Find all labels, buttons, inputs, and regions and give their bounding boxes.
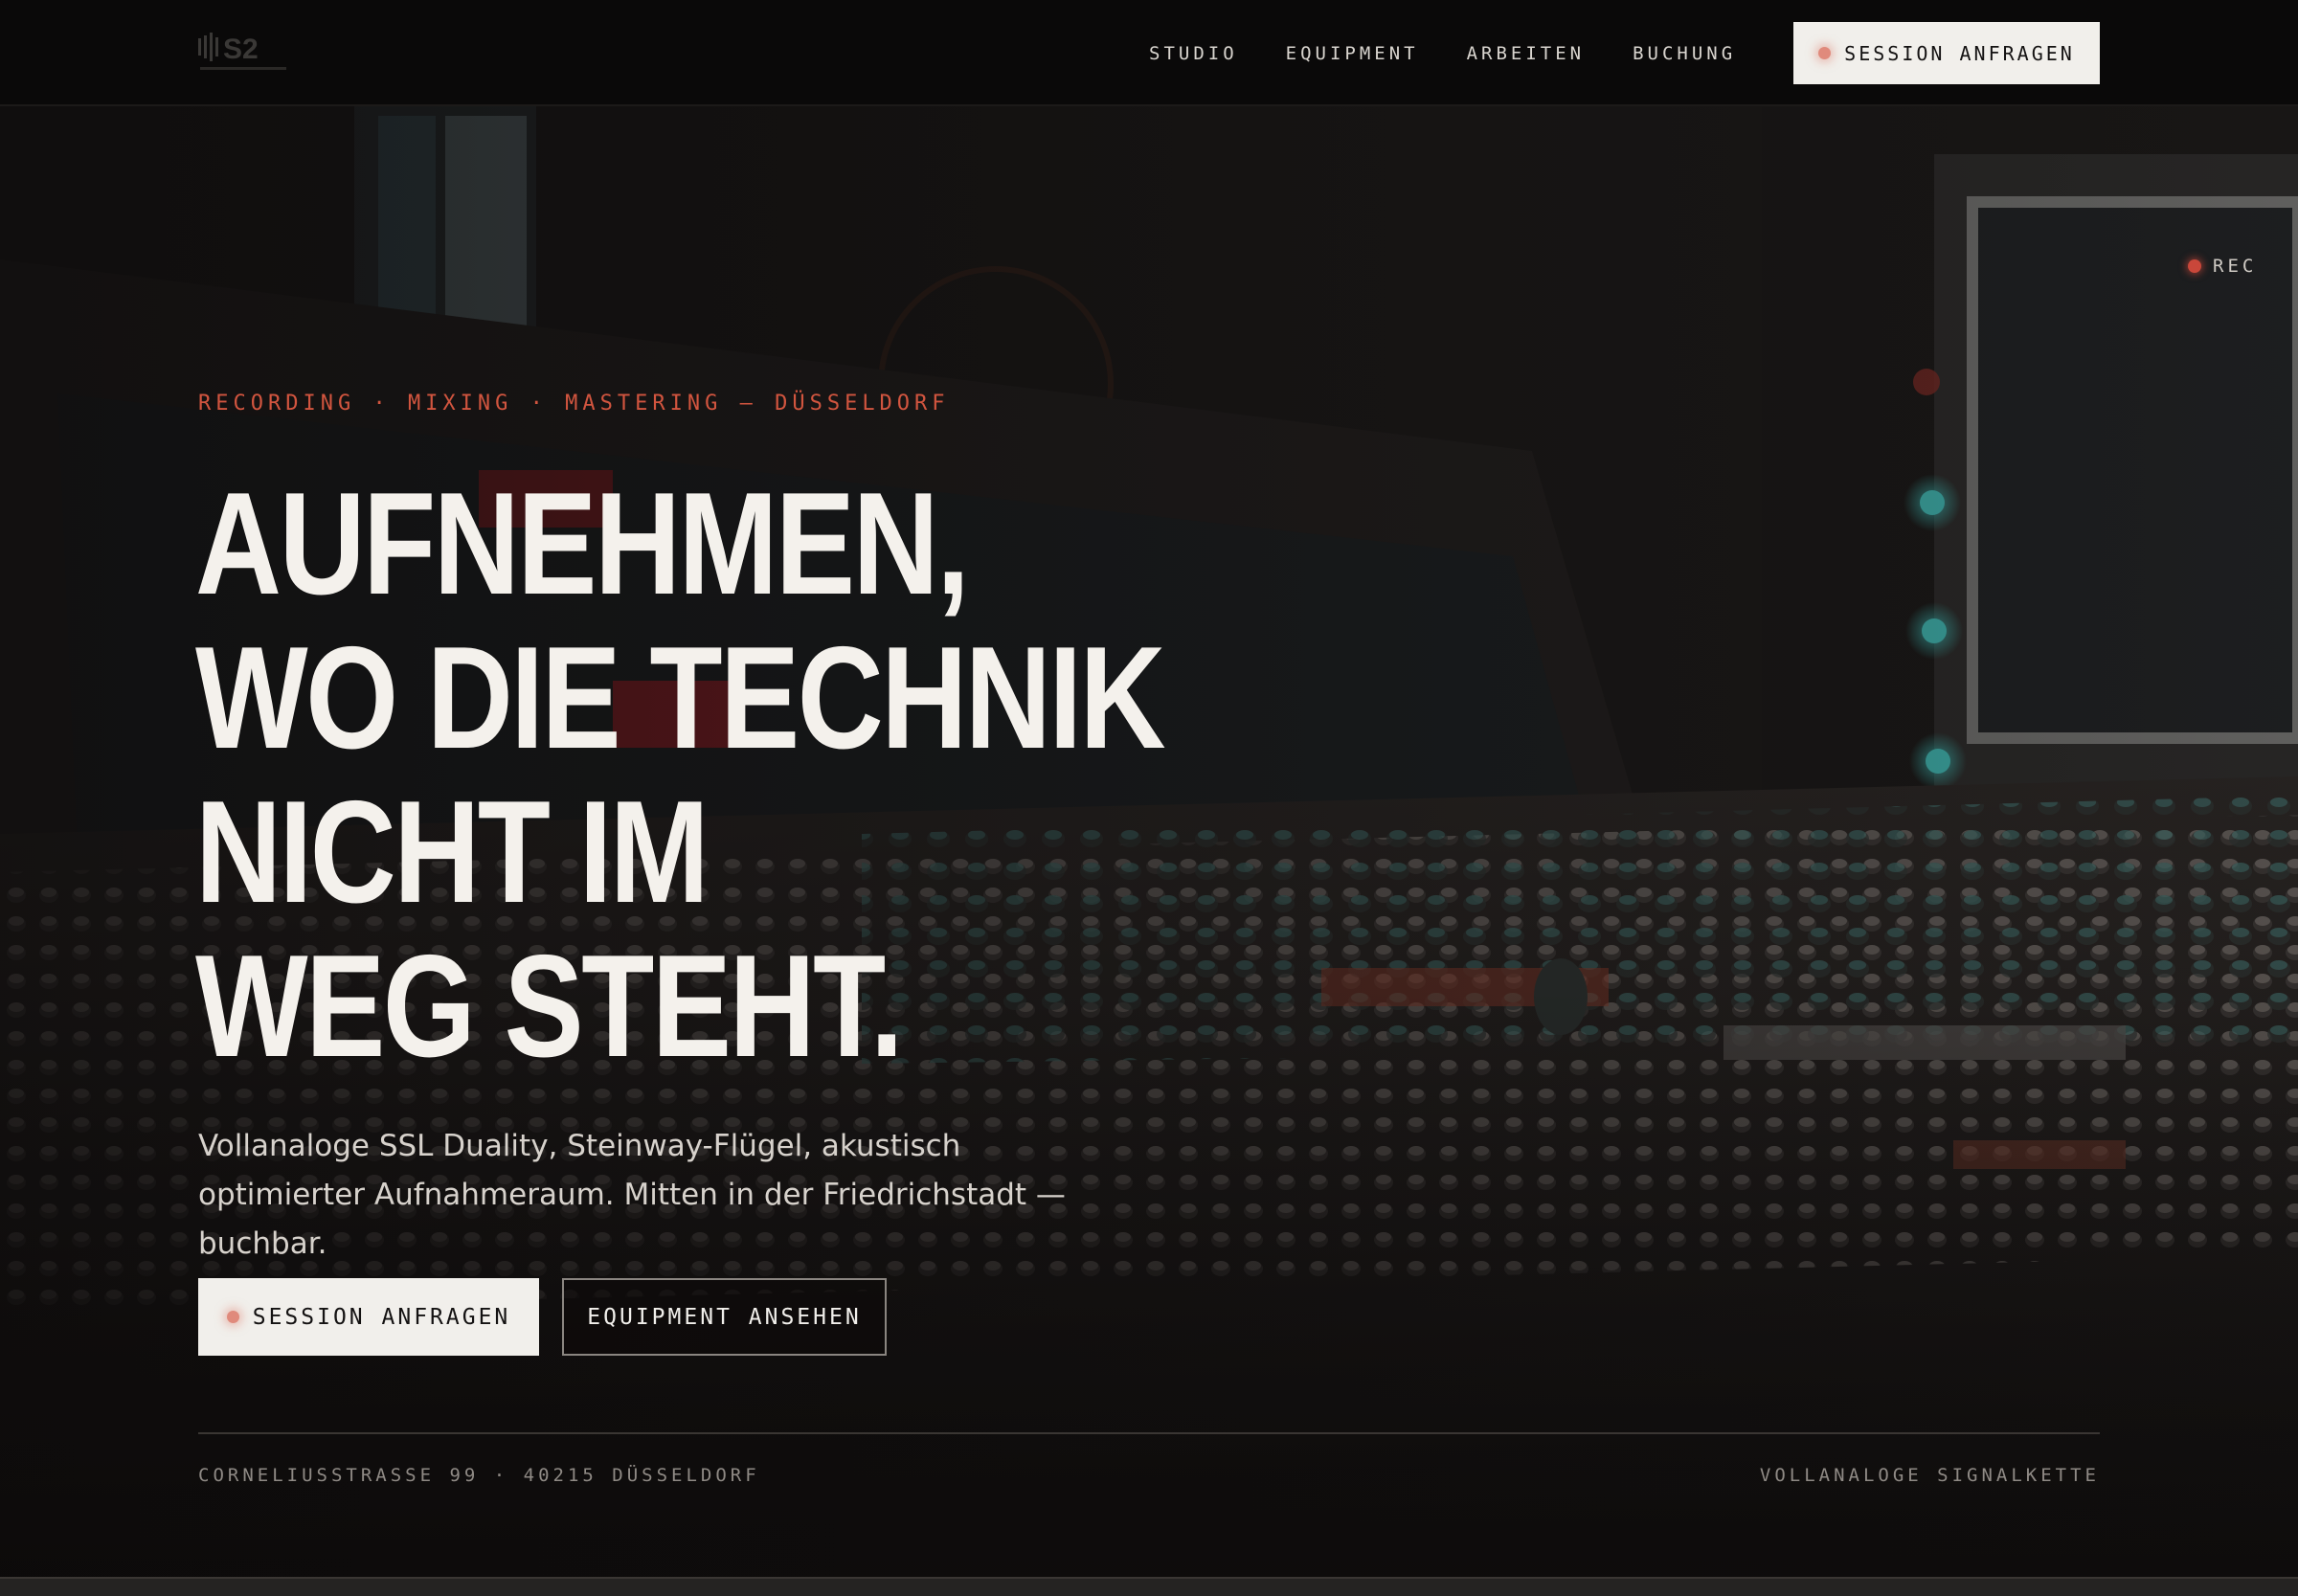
studio-logo[interactable]: S2 — [198, 33, 290, 75]
nav-link-equipment[interactable]: EQUIPMENT — [1286, 43, 1419, 64]
session-request-label: SESSION ANFRAGEN — [252, 1304, 511, 1330]
nav-link-buchung[interactable]: BUCHUNG — [1633, 43, 1736, 64]
equipment-view-label: EQUIPMENT ANSEHEN — [587, 1304, 862, 1330]
session-request-button[interactable]: SESSION ANFRAGEN — [198, 1278, 539, 1356]
status-dot-icon — [226, 1311, 239, 1323]
headline-line-2: WO DIE TECHNIK — [195, 617, 1166, 779]
nav-session-label: SESSION ANFRAGEN — [1844, 41, 2075, 65]
logo-text: S2 — [223, 34, 259, 65]
signal-chain-note: VOLLANALOGE SIGNALKETTE — [1759, 1465, 2100, 1486]
rec-indicator: REC — [2188, 256, 2257, 277]
studio-address: CORNELIUSSTRASSE 99 · 40215 DÜSSELDORF — [198, 1465, 760, 1486]
nav-link-arbeiten[interactable]: ARBEITEN — [1467, 43, 1586, 64]
headline-line-4: WEG STEHT. — [195, 925, 904, 1088]
hero-kicker: RECORDING · MIXING · MASTERING — DÜSSELD… — [198, 392, 950, 416]
rec-label: REC — [2213, 256, 2258, 277]
nav-session-button[interactable]: SESSION ANFRAGEN — [1793, 22, 2100, 84]
logo-waveform-icon: S2 — [198, 33, 286, 70]
hero-description: Vollanaloge SSL Duality, Steinway-Flügel… — [198, 1129, 1066, 1261]
top-navigation: S2 STUDIO EQUIPMENT ARBEITEN BUCHUNG SES… — [0, 0, 2298, 106]
rec-dot-icon — [2188, 259, 2201, 273]
hero-divider — [198, 1432, 2100, 1434]
status-dot-icon — [1818, 47, 1832, 59]
headline-line-3: NICHT IM — [195, 771, 710, 933]
equipment-view-button[interactable]: EQUIPMENT ANSEHEN — [562, 1278, 887, 1356]
hero-headline: AUFNEHMEN, WO DIE TECHNIK NICHT IM WEG S… — [195, 462, 1166, 1088]
nav-link-studio[interactable]: STUDIO — [1149, 43, 1238, 64]
headline-line-1: AUFNEHMEN, — [195, 462, 970, 625]
next-section-edge — [0, 1577, 2298, 1596]
nav-links: STUDIO EQUIPMENT ARBEITEN BUCHUNG — [1149, 0, 1784, 106]
